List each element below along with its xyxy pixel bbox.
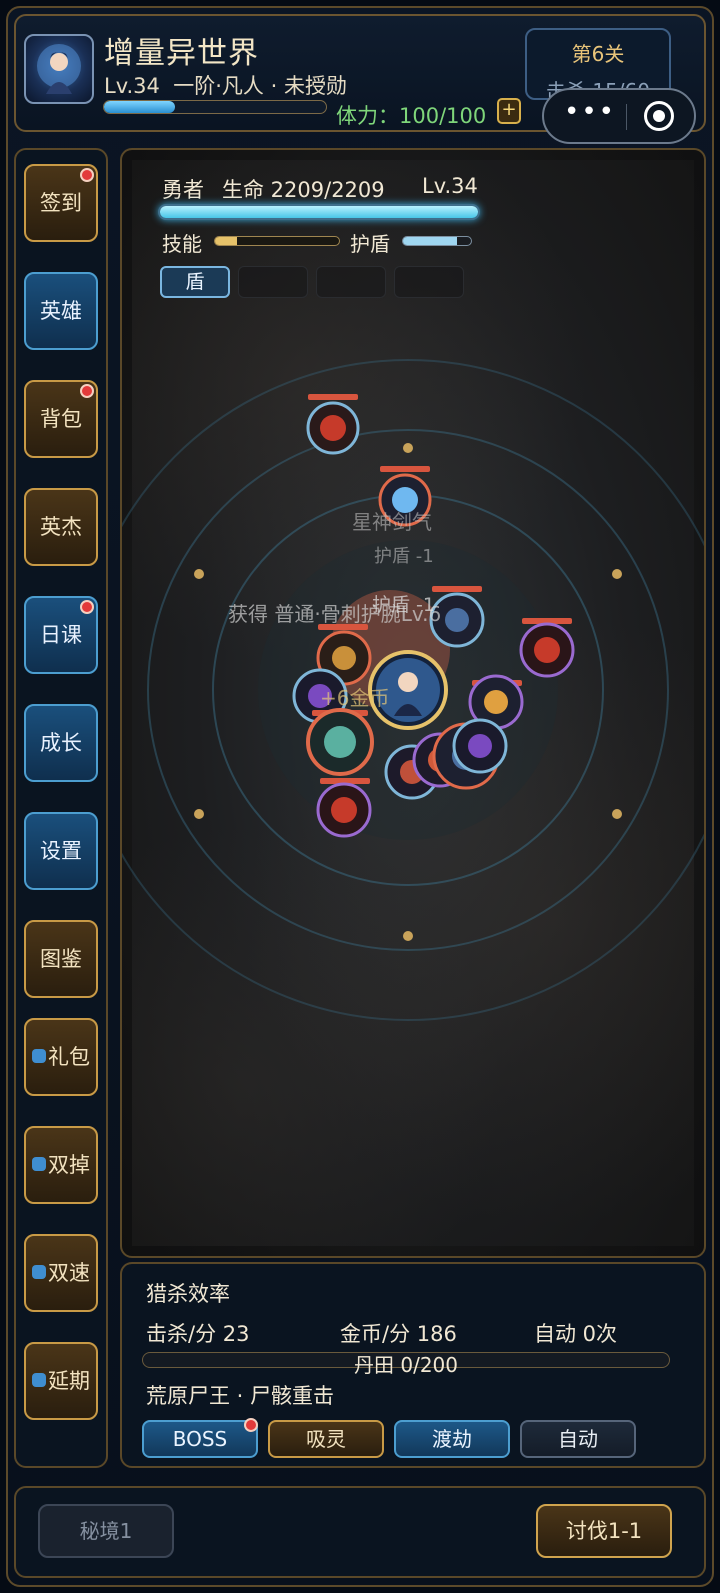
marker-dot bbox=[612, 569, 622, 579]
sidebar-item-label: 英杰 bbox=[40, 515, 82, 539]
sidebar-item-label: 成长 bbox=[40, 731, 82, 755]
sidebar-item-label: 英雄 bbox=[40, 299, 82, 323]
xp-bar bbox=[103, 100, 327, 114]
marker-dot bbox=[403, 931, 413, 941]
shield-bar bbox=[402, 236, 472, 246]
video-icon bbox=[32, 1373, 46, 1387]
skill-charge-bar bbox=[214, 236, 340, 246]
gold-per-minute: 金币/分 186 bbox=[340, 1322, 457, 1346]
float-shield-loss: 护盾 -1 bbox=[374, 546, 434, 567]
hero-level: Lv.34 bbox=[422, 174, 478, 198]
xp-bar-fill bbox=[104, 101, 176, 113]
boss-button[interactable]: BOSS bbox=[142, 1418, 258, 1458]
video-icon bbox=[32, 1049, 46, 1063]
hero-portrait-icon bbox=[37, 44, 81, 94]
player-level-rank: Lv.34 一阶·凡人 · 未授勋 bbox=[104, 74, 347, 98]
buff-slot-empty bbox=[394, 266, 464, 298]
close-target-icon[interactable] bbox=[644, 101, 674, 131]
sidebar-item-label: 背包 bbox=[40, 407, 82, 431]
sidebar-item-daily[interactable]: 日课 bbox=[24, 596, 98, 674]
shield-label: 护盾 bbox=[350, 232, 390, 256]
add-stamina-button[interactable]: + bbox=[497, 98, 521, 124]
sidebar-item-growth[interactable]: 成长 bbox=[24, 704, 98, 782]
enemy-unit[interactable] bbox=[306, 708, 374, 776]
sidebar-item-hero[interactable]: 英雄 bbox=[24, 272, 98, 350]
dantian-text: 丹田 0/200 bbox=[354, 1353, 458, 1377]
battle-area[interactable]: 星神剑气 护盾 -1 获得 普通·骨刺护腕Lv.6 护盾 -1 +6金币 勇者 … bbox=[120, 148, 706, 1258]
sidebar-item-label: 双速 bbox=[48, 1261, 90, 1285]
kills-per-minute: 击杀/分 23 bbox=[146, 1322, 250, 1346]
absorb-button[interactable]: 吸灵 bbox=[268, 1420, 384, 1458]
miniapp-capsule: ••• bbox=[542, 88, 696, 144]
auto-count: 自动 0次 bbox=[534, 1322, 618, 1346]
sidebar-item-giftpack[interactable]: 礼包 bbox=[24, 1018, 98, 1096]
sidebar-item-extend[interactable]: 延期 bbox=[24, 1342, 98, 1420]
notification-dot bbox=[244, 1418, 258, 1432]
marker-dot bbox=[194, 809, 204, 819]
capsule-divider bbox=[626, 104, 627, 130]
sidebar-item-label: 签到 bbox=[40, 191, 82, 215]
stage-number: 第6关 bbox=[571, 42, 625, 66]
float-gold-gain: +6金币 bbox=[320, 686, 390, 710]
video-icon bbox=[32, 1157, 46, 1171]
hero-avatar[interactable] bbox=[24, 34, 94, 104]
notification-dot bbox=[80, 384, 94, 398]
hero-hp-text: 生命 2209/2209 bbox=[222, 178, 385, 202]
shield-fill bbox=[403, 237, 458, 245]
notification-dot bbox=[80, 600, 94, 614]
marker-dot bbox=[194, 569, 204, 579]
sidebar-item-heroes-elite[interactable]: 英杰 bbox=[24, 488, 98, 566]
sidebar-item-checkin[interactable]: 签到 bbox=[24, 164, 98, 242]
enemy-unit[interactable] bbox=[452, 718, 508, 774]
stamina-text: 体力：100/100 bbox=[336, 104, 487, 128]
buff-slot-empty bbox=[238, 266, 308, 298]
sidebar-item-bag[interactable]: 背包 bbox=[24, 380, 98, 458]
notification-dot bbox=[80, 168, 94, 182]
sidebar-item-codex[interactable]: 图鉴 bbox=[24, 920, 98, 998]
hunt-stats-panel: 猎杀效率 击杀/分 23 金币/分 186 自动 0次 丹田 0/200 荒原尸… bbox=[120, 1262, 706, 1468]
sidebar-item-label: 双掉 bbox=[48, 1153, 90, 1177]
bottom-bar: 秘境1 讨伐1-1 bbox=[14, 1486, 706, 1578]
buff-slot-empty bbox=[316, 266, 386, 298]
skill-label: 技能 bbox=[162, 232, 202, 256]
enemy-unit[interactable] bbox=[306, 394, 360, 455]
hero-hp-fill bbox=[160, 206, 478, 218]
boss-button-label: BOSS bbox=[172, 1427, 228, 1451]
sidebar-item-label: 图鉴 bbox=[40, 947, 82, 971]
skill-charge-fill bbox=[215, 237, 238, 245]
buff-slot-shield[interactable]: 盾 bbox=[160, 266, 230, 298]
battle-field-svg bbox=[122, 359, 704, 1021]
sidebar-item-double-speed[interactable]: 双速 bbox=[24, 1234, 98, 1312]
secret-realm-button[interactable]: 秘境1 bbox=[38, 1504, 174, 1558]
float-skill-name: 星神剑气 bbox=[352, 510, 432, 534]
tribulation-button[interactable]: 渡劫 bbox=[394, 1420, 510, 1458]
crusade-button[interactable]: 讨伐1-1 bbox=[536, 1504, 672, 1558]
sidebar-item-label: 日课 bbox=[40, 623, 82, 647]
sidebar-item-label: 延期 bbox=[48, 1369, 90, 1393]
hero-hp-bar bbox=[158, 204, 480, 220]
sidebar-item-settings[interactable]: 设置 bbox=[24, 812, 98, 890]
sidebar-item-label: 礼包 bbox=[48, 1045, 90, 1069]
marker-dot bbox=[403, 443, 413, 453]
auto-button[interactable]: 自动 bbox=[520, 1420, 636, 1458]
hero-name: 勇者 bbox=[162, 178, 204, 202]
dantian-bar: 丹田 0/200 bbox=[142, 1352, 670, 1377]
sidebar-item-label: 设置 bbox=[40, 839, 82, 863]
sidebar-item-double-drop[interactable]: 双掉 bbox=[24, 1126, 98, 1204]
more-menu-icon[interactable]: ••• bbox=[560, 99, 620, 129]
hunt-efficiency-title: 猎杀效率 bbox=[146, 1282, 230, 1306]
float-shield-loss-2: 护盾 -1 bbox=[372, 594, 435, 616]
boss-name: 荒原尸王 · 尸骸重击 bbox=[146, 1384, 335, 1408]
video-icon bbox=[32, 1265, 46, 1279]
marker-dot bbox=[612, 809, 622, 819]
game-title: 增量异世界 bbox=[104, 36, 259, 71]
